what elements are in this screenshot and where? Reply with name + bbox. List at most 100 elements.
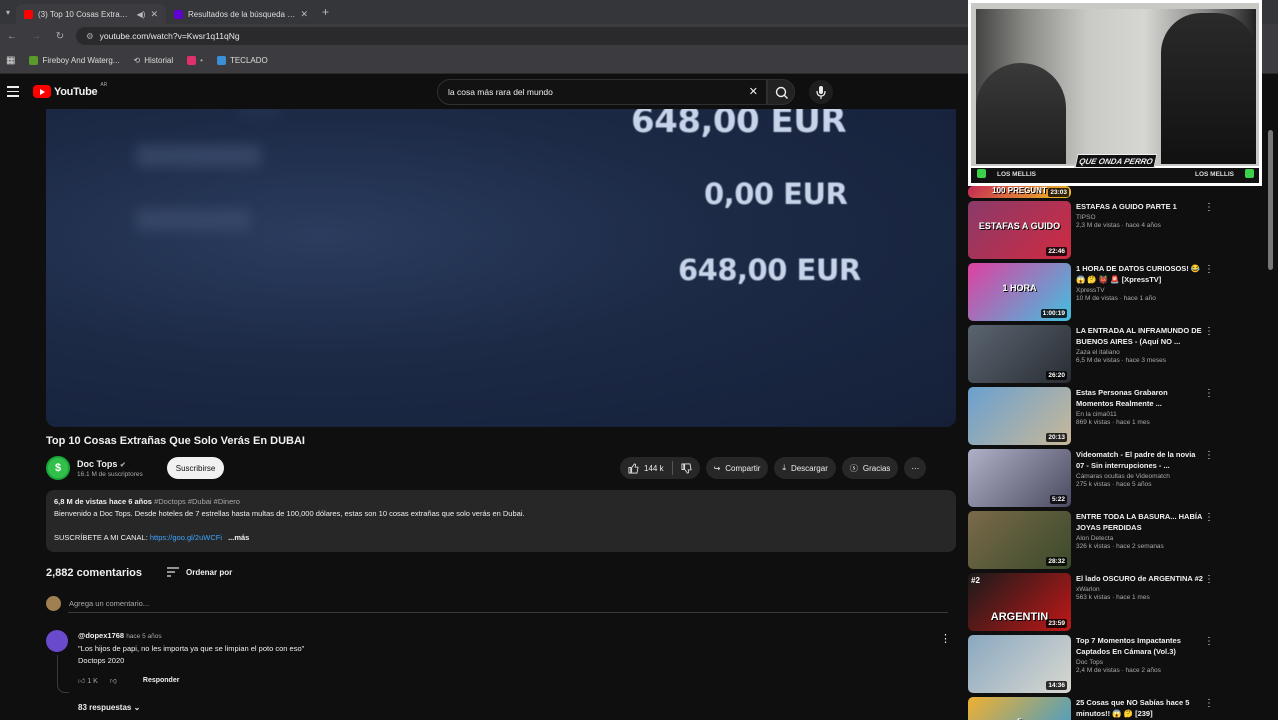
video-thumbnail[interactable]: 26:20 — [968, 325, 1071, 383]
more-options-icon[interactable]: ⋮ — [1204, 574, 1214, 585]
video-title[interactable]: 25 Cosas que NO Sabías hace 5 minutos!! … — [1076, 697, 1204, 719]
back-icon[interactable]: ← — [0, 31, 24, 42]
video-thumbnail[interactable]: 5:22 — [968, 449, 1071, 507]
reload-icon[interactable]: ↻ — [48, 31, 72, 42]
close-tab-icon[interactable]: ✕ — [300, 9, 308, 20]
page-scrollbar[interactable] — [1268, 130, 1273, 270]
video-thumbnail[interactable]: 20:13 — [968, 387, 1071, 445]
video-title[interactable]: Top 7 Momentos Impactantes Captados En C… — [1076, 635, 1204, 657]
subscribe-button[interactable]: Suscribirse — [166, 457, 225, 479]
video-info: ESTAFAS A GUIDO PARTE 1 TIPSO 2,3 M de vis… — [1076, 201, 1204, 229]
bookmark-fireboy[interactable]: Fireboy And Waterg... — [29, 56, 120, 65]
more-options-icon[interactable]: ⋮ — [1204, 326, 1214, 337]
search-button[interactable] — [767, 79, 795, 105]
recommended-video[interactable]: 1 HORA 1:00:19 1 HORA DE DATOS CURIOSOS! 😂… — [968, 263, 1218, 321]
video-title[interactable]: 1 HORA DE DATOS CURIOSOS! 😂 😱 🤔 👹 🚨 [Xpr… — [1076, 263, 1204, 285]
user-avatar — [46, 596, 61, 611]
apps-grid-icon[interactable]: ▦ — [6, 55, 15, 66]
bookmark-historial[interactable]: ⟲ Historial — [134, 56, 174, 65]
voice-search-button[interactable] — [809, 80, 833, 104]
comment-menu-icon[interactable]: ⋮ — [940, 632, 951, 645]
subscriber-count: 16.1 M de suscriptores — [77, 470, 143, 478]
sort-by-button[interactable]: Ordenar por — [167, 567, 232, 577]
channel-avatar[interactable]: $ — [46, 456, 70, 480]
youtube-logo[interactable]: YouTube AR — [33, 82, 107, 98]
video-thumbnail[interactable]: 100 PREGUNT 23:03 — [968, 186, 1071, 198]
reply-button[interactable]: Responder — [143, 677, 180, 684]
speaker-icon[interactable]: ◀) — [137, 10, 146, 19]
menu-icon[interactable] — [7, 86, 19, 100]
commenter-avatar[interactable] — [46, 630, 68, 652]
recommended-video[interactable]: ARGENTIN #2 23:59 El lado OSCURO de ARGENTI… — [968, 573, 1218, 631]
video-thumbnail[interactable]: 1 HORA 1:00:19 — [968, 263, 1071, 321]
more-options-icon[interactable]: ⋮ — [1204, 388, 1214, 399]
like-button[interactable]: 144 k — [628, 463, 664, 474]
video-player[interactable]: 648,00 EUR 0,00 EUR 648,00 EUR — [46, 109, 956, 427]
webcam-name-right: LOS MELLIS — [1195, 171, 1234, 178]
comment-input[interactable]: Agrega un comentario... — [69, 599, 149, 608]
video-title[interactable]: ESTAFAS A GUIDO PARTE 1 — [1076, 201, 1204, 212]
more-options-icon[interactable]: ⋮ — [1204, 202, 1214, 213]
description-text: Bienvenido a Doc Tops. Desde hoteles de … — [54, 509, 525, 518]
channel-link[interactable]: https://goo.gl/2uWCFi — [150, 533, 222, 542]
close-tab-icon[interactable]: ✕ — [150, 9, 158, 20]
more-options-icon[interactable]: ⋮ — [1204, 698, 1214, 709]
recommended-video[interactable]: 26:20 LA ENTRADA AL INFRAMUNDO DE BUENOS … — [968, 325, 1218, 383]
recommended-video[interactable]: 5:22 Videomatch - El padre de la novia 07… — [968, 449, 1218, 507]
more-options-icon[interactable]: ⋮ — [1204, 512, 1214, 523]
video-channel: xWarlon — [1076, 586, 1100, 593]
url-field[interactable]: ⚙ youtube.com/watch?v=Kwsr1q11qNg — [76, 27, 976, 45]
download-button[interactable]: ⤓ Descargar — [774, 457, 836, 479]
tab-youtube[interactable]: (3) Top 10 Cosas Extrañas Q ◀) ✕ — [16, 4, 166, 24]
more-options-icon[interactable]: ⋮ — [1204, 636, 1214, 647]
video-thumbnail[interactable]: 14:36 — [968, 635, 1071, 693]
recommended-video[interactable]: 14:36 Top 7 Momentos Impactantes Captados… — [968, 635, 1218, 693]
search-input[interactable]: la cosa más rara del mundo ✕ — [437, 79, 767, 105]
video-title[interactable]: El lado OSCURO de ARGENTINA #2 — [1076, 573, 1204, 584]
replies-toggle[interactable]: 83 respuestas ⌄ — [78, 703, 140, 712]
commenter-name[interactable]: @dopex1768 — [78, 631, 124, 640]
history-icon: ⟲ — [133, 56, 141, 65]
thumb-down-icon[interactable] — [681, 463, 692, 474]
forward-icon[interactable]: → — [24, 31, 48, 42]
recommended-video[interactable]: 20:13 Estas Personas Grabaron Momentos Re… — [968, 387, 1218, 445]
video-thumbnail[interactable]: ESTAFAS A GUIDO 22:46 — [968, 201, 1071, 259]
channel-name[interactable]: Doc Tops ✔ — [77, 459, 143, 469]
recommended-video[interactable]: 100 PREGUNT23:034.3 M de vistas · hace 1… — [968, 179, 1218, 198]
bookmark-teclado[interactable]: TECLADO — [216, 56, 268, 65]
thanks-button[interactable]: ⓢ Gracias — [841, 457, 899, 479]
show-more[interactable]: ...más — [228, 533, 249, 542]
thanks-icon: ⓢ — [849, 463, 858, 473]
recommended-video[interactable]: 525 Cosas que NO Sabías hace 5 minutos!!… — [968, 697, 1218, 720]
bookmark-instagram[interactable]: • — [187, 56, 203, 65]
video-thumbnail[interactable]: 5 — [968, 697, 1071, 720]
twitch-icon — [977, 169, 986, 178]
more-options-icon[interactable]: ⋮ — [1204, 264, 1214, 275]
description-box[interactable]: 6,8 M de vistas hace 6 años #Doctops #Du… — [46, 490, 956, 552]
recommended-video[interactable]: 28:32 ENTRE TODA LA BASURA... HABÍA JOYAS… — [968, 511, 1218, 569]
video-views: 869 k vistas · hace 1 mes — [1076, 419, 1150, 426]
recommended-video[interactable]: ESTAFAS A GUIDO 22:46 ESTAFAS A GUIDO PART… — [968, 201, 1218, 259]
video-thumbnail[interactable]: ARGENTIN #2 23:59 — [968, 573, 1071, 631]
video-title[interactable]: ENTRE TODA LA BASURA... HABÍA JOYAS PERD… — [1076, 511, 1204, 533]
subscribe-prompt: SUSCRÍBETE A MI CANAL: — [54, 533, 148, 542]
more-actions-button[interactable]: ⋯ — [904, 457, 927, 479]
tab-search-results[interactable]: Resultados de la búsqueda de ✕ — [166, 4, 316, 24]
comment-time: hace 5 años — [126, 633, 162, 640]
comment-dislike-icon[interactable]: 👎︎ — [110, 676, 117, 685]
add-comment-row[interactable]: Agrega un comentario... — [46, 596, 149, 611]
video-title[interactable]: Videomatch - El padre de la novia 07 - S… — [1076, 449, 1204, 471]
video-title[interactable]: Estas Personas Grabaron Momentos Realmen… — [1076, 387, 1204, 409]
comment-like-button[interactable]: 👍︎ 1 K — [78, 676, 98, 685]
more-options-icon[interactable]: ⋮ — [1204, 450, 1214, 461]
video-info: Top 7 Momentos Impactantes Captados En C… — [1076, 635, 1204, 674]
site-info-icon[interactable]: ⚙ — [86, 31, 94, 42]
share-button[interactable]: ↪ Compartir — [705, 457, 769, 479]
clear-search-icon[interactable]: ✕ — [749, 85, 758, 98]
video-title[interactable]: LA ENTRADA AL INFRAMUNDO DE BUENOS AIRES… — [1076, 325, 1204, 347]
new-tab-icon[interactable]: + — [322, 5, 329, 19]
screen: { "browser": { "tabs": [ {"title": "(3) … — [0, 0, 1278, 720]
tab-search-icon[interactable]: ▾ — [0, 8, 16, 17]
hashtags[interactable]: #Doctops #Dubai #Dinero — [154, 497, 240, 506]
video-thumbnail[interactable]: 28:32 — [968, 511, 1071, 569]
